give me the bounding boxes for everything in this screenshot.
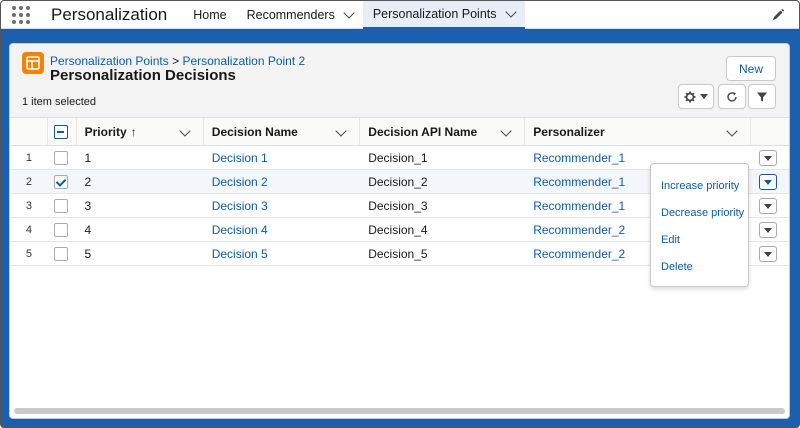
column-header-personalizer-label: Personalizer: [533, 125, 605, 139]
row-checkbox[interactable]: [53, 247, 68, 261]
priority-cell: 4: [84, 223, 92, 237]
decision-name-link[interactable]: Decision 4: [212, 223, 268, 237]
personalizer-link[interactable]: Recommender_1: [533, 175, 625, 189]
row-actions-button[interactable]: [758, 198, 777, 214]
column-header-decision-name[interactable]: Decision Name: [204, 118, 361, 146]
gear-icon: [684, 91, 696, 102]
edit-nav-pencil-icon[interactable]: [771, 8, 785, 22]
app-launcher-icon[interactable]: [1, 1, 41, 29]
menu-item-edit[interactable]: Edit: [651, 226, 748, 253]
app-name: Personalization: [51, 5, 168, 24]
row-actions-header: [751, 118, 789, 146]
menu-item-increase-priority[interactable]: Increase priority: [651, 172, 748, 199]
chevron-down-icon[interactable]: [500, 125, 512, 137]
row-number: 4: [25, 224, 32, 236]
nav-tab-home[interactable]: Home: [183, 1, 236, 29]
page-title: Personalization Decisions: [50, 67, 236, 84]
column-header-personalizer[interactable]: Personalizer: [525, 118, 751, 146]
priority-cell: 2: [84, 175, 92, 189]
list-settings-button[interactable]: [678, 84, 714, 109]
personalizer-link[interactable]: Recommender_2: [533, 223, 625, 237]
row-actions-menu: Increase priority Decrease priority Edit…: [650, 163, 749, 287]
sort-ascending-icon: ↑: [130, 125, 137, 139]
nav-tab-personalization-points-label: Personalization Points: [372, 7, 497, 21]
row-actions-button[interactable]: [758, 222, 777, 238]
nav-tab-personalization-points[interactable]: Personalization Points: [362, 1, 525, 29]
app-window: Personalization Home Recommenders Person…: [0, 0, 800, 428]
nav-tab-home-label: Home: [193, 8, 227, 22]
new-button[interactable]: New: [726, 56, 776, 81]
filter-icon: [757, 92, 767, 101]
caret-down-icon: [763, 251, 772, 257]
row-number: 3: [25, 200, 32, 212]
breadcrumb-personalization-point-2[interactable]: Personalization Point 2: [182, 54, 305, 68]
select-all-header: [48, 118, 77, 146]
breadcrumb: Personalization Points > Personalization…: [50, 54, 305, 68]
chevron-down-icon[interactable]: [335, 125, 347, 137]
decision-name-link[interactable]: Decision 5: [212, 247, 268, 261]
decision-api-name-cell: Decision_2: [368, 175, 428, 189]
priority-cell: 1: [84, 151, 92, 165]
personalizer-link[interactable]: Recommender_1: [533, 151, 625, 165]
row-checkbox[interactable]: [53, 199, 68, 213]
caret-down-icon: [700, 94, 708, 99]
decision-api-name-cell: Decision_3: [368, 199, 428, 213]
refresh-button[interactable]: [718, 84, 746, 109]
row-number: 5: [25, 248, 32, 260]
caret-down-icon: [763, 155, 772, 161]
chevron-down-icon[interactable]: [179, 125, 191, 137]
caret-down-icon: [763, 203, 772, 209]
nav-tab-recommenders-label: Recommenders: [246, 8, 335, 22]
table-header-row: Priority ↑ Decision Name Decision API Na…: [10, 118, 789, 146]
row-number: 1: [25, 152, 32, 164]
priority-cell: 3: [84, 199, 92, 213]
row-checkbox[interactable]: [53, 223, 68, 237]
nav-tab-recommenders[interactable]: Recommenders: [237, 1, 363, 29]
priority-cell: 5: [84, 247, 92, 261]
personalization-decision-object-icon: [22, 52, 44, 74]
column-header-decision-api-name-label: Decision API Name: [368, 125, 478, 139]
horizontal-scrollbar[interactable]: [14, 408, 785, 414]
column-header-decision-name-label: Decision Name: [211, 125, 298, 139]
decision-api-name-cell: Decision_1: [368, 151, 428, 165]
list-header: Personalization Points > Personalization…: [10, 44, 789, 118]
column-header-priority[interactable]: Priority ↑: [77, 118, 204, 146]
column-header-priority-label: Priority: [84, 125, 127, 139]
caret-down-icon: [763, 227, 772, 233]
personalizer-link[interactable]: Recommender_1: [533, 199, 625, 213]
row-checkbox[interactable]: [53, 175, 68, 189]
decision-name-link[interactable]: Decision 1: [212, 151, 268, 165]
decision-name-link[interactable]: Decision 3: [212, 199, 268, 213]
menu-item-delete[interactable]: Delete: [651, 253, 748, 280]
list-view-card: Personalization Points > Personalization…: [9, 43, 790, 419]
decision-api-name-cell: Decision_4: [368, 223, 428, 237]
row-number-header: [10, 118, 48, 146]
decision-name-link[interactable]: Decision 2: [212, 175, 268, 189]
row-actions-button[interactable]: [758, 246, 777, 262]
decision-api-name-cell: Decision_5: [368, 247, 428, 261]
chevron-down-icon[interactable]: [726, 125, 738, 137]
global-nav: Personalization Home Recommenders Person…: [1, 1, 799, 29]
menu-item-decrease-priority[interactable]: Decrease priority: [651, 199, 748, 226]
row-actions-button[interactable]: [758, 174, 777, 190]
row-number: 2: [25, 176, 32, 188]
breadcrumb-separator: >: [172, 54, 180, 68]
row-checkbox[interactable]: [53, 151, 68, 165]
filter-button[interactable]: [748, 84, 776, 109]
personalizer-link[interactable]: Recommender_2: [533, 247, 625, 261]
row-actions-button[interactable]: [758, 150, 777, 166]
chevron-down-icon[interactable]: [343, 7, 355, 19]
caret-down-icon: [763, 179, 772, 185]
chevron-down-icon[interactable]: [504, 6, 517, 18]
breadcrumb-personalization-points[interactable]: Personalization Points: [50, 54, 169, 68]
refresh-icon: [727, 91, 737, 102]
select-all-checkbox[interactable]: [53, 125, 68, 139]
column-header-decision-api-name[interactable]: Decision API Name: [360, 118, 526, 146]
selection-status: 1 item selected: [22, 96, 96, 108]
